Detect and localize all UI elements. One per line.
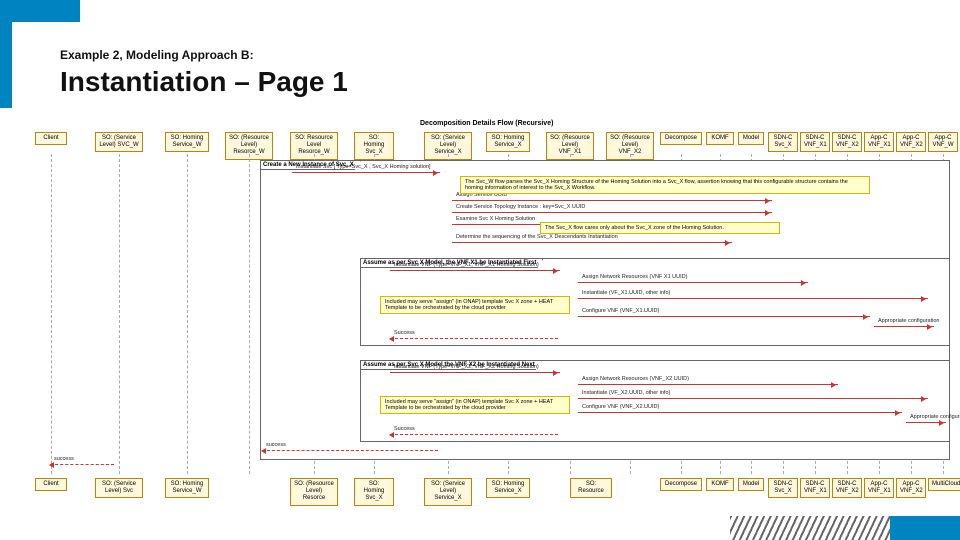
message-label: Determine the sequencing of the Svc_X De… [456, 234, 618, 240]
page-title: Instantiation – Page 1 [60, 66, 348, 98]
message-label: Assign Network Resources (VNF_X2 UUID) [582, 376, 689, 382]
diagram-note: Included may serve "assign" (in ONAP) te… [380, 296, 570, 314]
participant-bottom: SO: Resource [570, 478, 612, 498]
participant-decompose: Decompose [660, 132, 702, 145]
message-label: Examine Svc X Homing Solution [456, 216, 535, 222]
participant-komf: KOMF [706, 132, 734, 145]
participant-bottom: KOMF [706, 478, 734, 491]
message-label: Create Service Topology Instance : key=S… [456, 204, 585, 210]
slide-header: Example 2, Modeling Approach B: Instanti… [60, 48, 348, 98]
message-label: Instantiate VNF (Type=VNF_X1, VNF_X1 Hom… [394, 262, 539, 268]
diagram-note: The Svc_X flow cares only about the Svc_… [540, 222, 780, 234]
participant-bottom: SO: (Resource Level) Resorce [290, 478, 338, 506]
message-label: Assign Network Resources (VNF X1 UUID) [582, 274, 687, 280]
message-arrow [578, 412, 902, 413]
participant-bottom: SDN-C Svc_X [768, 478, 798, 498]
diagram-note: The Svc_W flow parses the Svc_X Homing S… [460, 176, 870, 194]
message-arrow [262, 450, 438, 451]
participant-appc_x1: App-C VNF_X1 [864, 132, 894, 152]
message-label: success [266, 442, 286, 448]
participant-bottom: SDN-C VNF_X1 [800, 478, 830, 498]
message-arrow [390, 270, 560, 271]
participant-sdnc_x2: SDN-C VNF_X2 [832, 132, 862, 152]
lifeline [187, 154, 188, 474]
message-label: success [54, 456, 74, 462]
message-label: Instantiate (VF_X1.UUID, other info) [582, 290, 670, 296]
message-arrow [390, 338, 558, 339]
message-arrow [578, 282, 808, 283]
diagram-title: Decomposition Details Flow (Recursive) [420, 120, 553, 127]
participant-appc_w: App-C VNF_W [928, 132, 958, 152]
participant-bottom: SO: Homing Service_X [486, 478, 530, 498]
participant-bottom: Client [35, 478, 67, 491]
message-arrow [906, 422, 946, 423]
sequence-diagram: Decomposition Details Flow (Recursive) C… [30, 120, 950, 510]
participant-bottom: App-C VNF_X1 [864, 478, 894, 498]
participant-so_svcw: SO: (Service Level) SVC_W [95, 132, 143, 152]
participant-bottom: SDN-C VNF_X2 [832, 478, 862, 498]
message-arrow [578, 384, 838, 385]
message-arrow [452, 200, 772, 201]
message-arrow [452, 212, 772, 213]
lifeline [51, 154, 52, 474]
participant-so_homing_svc_x: SO: Homing Service_X [486, 132, 530, 152]
participant-client: Client [35, 132, 67, 145]
message-label: Instantiate (VF_X2.UUID, other info) [582, 390, 670, 396]
participant-bottom: MultiCloud [928, 478, 960, 491]
message-label: Success [394, 330, 415, 336]
participant-bottom: SO: Homing Service_W [165, 478, 209, 498]
message-label: Appropriate configuration [878, 318, 939, 324]
message-label: Configure VNF (VNF_X2.UUID) [582, 404, 659, 410]
participant-bottom: SO: (Service Level) Service_X [424, 478, 472, 506]
participant-sdnc_x1: SDN-C VNF_X1 [800, 132, 830, 152]
message-arrow [390, 372, 560, 373]
participant-appc_x2: App-C VNF_X2 [896, 132, 926, 152]
subtitle: Example 2, Modeling Approach B: [60, 48, 348, 62]
message-arrow [578, 298, 928, 299]
participant-bottom: Model [738, 478, 764, 491]
participant-bottom: Decompose [660, 478, 702, 491]
message-arrow [50, 464, 114, 465]
participant-sdnc_svc_x: SDN-C Svc_X [768, 132, 798, 152]
participant-bottom: App-C VNF_X2 [896, 478, 926, 498]
participant-bottom: SO: Homing Svc_X [354, 478, 394, 506]
accent-side-bar [0, 22, 12, 108]
accent-top-bar [0, 0, 80, 22]
message-label: Instantiate Svc [ Type=Svc_X , Svc_X Hom… [296, 164, 431, 170]
participant-so_homing_w: SO: Homing Service_W [165, 132, 209, 152]
message-label: Appropriate configuration [910, 414, 960, 420]
message-arrow [578, 398, 928, 399]
participant-bottom: SO: (Service Level) Svc [95, 478, 143, 498]
participant-model: Model [738, 132, 764, 145]
message-arrow [578, 316, 870, 317]
corner-decoration [730, 516, 960, 540]
message-arrow [874, 326, 934, 327]
message-arrow [390, 434, 558, 435]
message-arrow [292, 172, 440, 173]
message-arrow [452, 242, 732, 243]
message-label: Success [394, 426, 415, 432]
lifeline [249, 154, 250, 474]
message-label: Configure VNF (VNF_X1.UUID) [582, 308, 659, 314]
lifeline [119, 154, 120, 474]
message-label: Instantiate VNF (Type=VNF_X2, VNF_X2 Hom… [394, 364, 539, 370]
diagram-note: Included may serve "assign" (in ONAP) te… [380, 396, 570, 414]
